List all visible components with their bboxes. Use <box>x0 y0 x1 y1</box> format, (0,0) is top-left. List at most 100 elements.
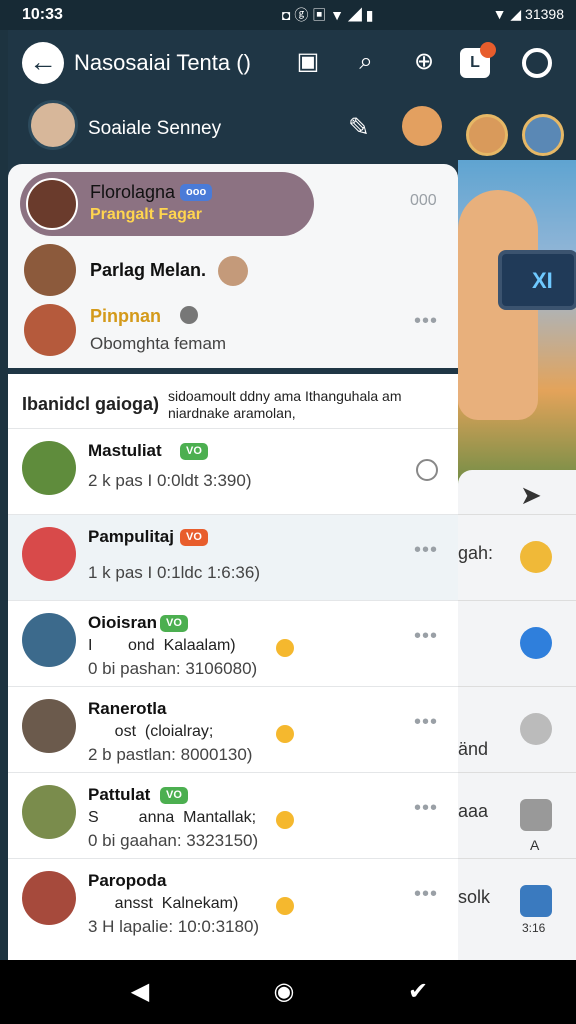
emoji-icon <box>276 725 294 743</box>
chat-row[interactable]: Pattulat VO S anna Mantallak; 0 bi gaaha… <box>8 772 458 858</box>
right-panel-row[interactable]: aaa A <box>458 772 576 858</box>
more-options-icon[interactable]: ••• <box>414 539 438 562</box>
chat-name: Mastuliat <box>88 441 162 460</box>
chat-row[interactable]: Mastuliat VO 2 k pas I 0:0ldt 3:390) <box>8 428 458 514</box>
right-panel-row[interactable] <box>458 600 576 686</box>
chat-preview: I ond Kalaalam) <box>88 637 236 654</box>
right-panel-sub: A <box>530 837 540 853</box>
game-screen: XI <box>498 250 576 310</box>
top-bar: ← Nasosaiai Tenta () ▣ ⌕ ⊕ <box>8 30 458 100</box>
contact-row[interactable]: Pinpnan Obomghta femam ••• <box>8 300 458 368</box>
status-badge: VO <box>180 443 208 460</box>
chat-row[interactable]: Paropoda ansst Kalnekam) 3 H lapalie: 10… <box>8 858 458 944</box>
highlighted-contact[interactable]: Florolagna ooo Prangalt Fagar <box>20 172 314 236</box>
chat-row[interactable]: Pampulitaj VO 1 k pas I 0:1ldc 1:6:36) •… <box>8 514 458 600</box>
background-app: L XI ➤ gah: änd aaa A solk 3:16 <box>458 30 576 960</box>
status-badge: ooo <box>180 184 213 201</box>
avatar <box>22 699 76 753</box>
right-panel-row[interactable]: solk 3:16 <box>458 858 576 944</box>
search-icon[interactable]: ⌕ <box>348 44 384 80</box>
edit-icon[interactable]: ✎ <box>348 112 370 143</box>
more-options-icon[interactable]: ••• <box>414 310 438 333</box>
grid-icon[interactable]: ▣ <box>290 44 326 80</box>
avatar <box>24 244 76 296</box>
avatar[interactable] <box>28 100 78 150</box>
right-panel: ➤ gah: änd aaa A solk 3:16 <box>458 470 576 960</box>
chat-name: Pampulitaj <box>88 527 174 546</box>
chat-time: 3 H lapalie: 10:0:3180) <box>88 917 260 936</box>
contact-name: Parlag Melan. <box>90 260 207 280</box>
emoji-icon <box>180 306 198 324</box>
more-options-icon[interactable]: ••• <box>414 625 438 648</box>
back-triangle-icon[interactable]: ◀ <box>126 978 154 1006</box>
chat-preview: ost (cloialray; <box>88 723 214 740</box>
chat-time: 0 bi pashan: 3106080) <box>88 659 258 678</box>
app-title: Nasosaiai Tenta () <box>74 50 251 75</box>
right-panel-text: änd <box>458 739 489 759</box>
calendar-icon <box>520 885 552 917</box>
top-card: Florolagna ooo Prangalt Fagar 000 Parlag… <box>8 164 458 368</box>
avatar[interactable] <box>402 106 442 146</box>
chat-preview: ansst Kalnekam) <box>88 895 239 912</box>
right-panel-text: solk <box>458 887 491 907</box>
send-icon[interactable]: ➤ <box>520 480 542 511</box>
contact-row[interactable]: Parlag Melan. <box>8 242 458 302</box>
game-avatar-1[interactable] <box>466 114 508 156</box>
game-scene-image: XI <box>458 160 576 490</box>
chat-list-section: Ibanidcl gaioga) sidoamoult ddny ama Ith… <box>8 374 458 960</box>
game-avatar-2[interactable] <box>522 114 564 156</box>
avatar <box>24 304 76 356</box>
system-nav-bar: ◀ ◉ ✔ <box>0 960 576 1024</box>
more-options-icon[interactable]: ••• <box>414 883 438 906</box>
right-panel-row[interactable]: gah: <box>458 514 576 600</box>
status-badge: VO <box>160 787 188 804</box>
chat-name: Pattulat <box>88 785 151 804</box>
avatar <box>22 871 76 925</box>
status-icons: ◘ ⓖ ▣ ▼ ◢ ▮ <box>282 7 374 23</box>
shield-icon <box>520 799 552 831</box>
contact-subtitle: Prangalt Fagar <box>90 206 203 223</box>
status-time: 10:33 <box>22 6 63 23</box>
contact-subtitle: Obomghta femam <box>90 334 227 353</box>
more-options-icon[interactable]: ••• <box>414 711 438 734</box>
emoji-icon <box>276 811 294 829</box>
section-description: sidoamoult ddny ama Ithanguhala am niard… <box>168 388 402 421</box>
chat-time: 2 b pastlan: 8000130) <box>88 745 253 764</box>
back-arrow-icon[interactable]: ← <box>22 42 64 84</box>
right-panel-row[interactable]: änd <box>458 686 576 772</box>
avatar <box>22 527 76 581</box>
chat-time: 2 k pas I 0:0ldt 3:390) <box>88 471 252 490</box>
avatar <box>22 785 76 839</box>
status-battery: ▼ ◢ 31398 <box>492 6 564 22</box>
chat-row[interactable]: Ranerotla ost (cloialray; 2 b pastlan: 8… <box>8 686 458 772</box>
notification-count-badge <box>480 42 496 58</box>
chat-preview: S anna Mantallak; <box>88 809 257 826</box>
chat-drawer: ← Nasosaiai Tenta () ▣ ⌕ ⊕ Soaiale Senne… <box>8 30 458 960</box>
chat-name: Oioisran <box>88 613 157 632</box>
more-options-icon[interactable]: ••• <box>414 797 438 820</box>
contact-name: Pinpnan <box>90 306 161 326</box>
clock-icon[interactable] <box>416 459 438 481</box>
avatar <box>22 613 76 667</box>
clock-icon <box>520 713 552 745</box>
status-badge: VO <box>180 529 208 546</box>
emoji-icon <box>276 897 294 915</box>
gift-icon <box>520 541 552 573</box>
chat-row[interactable]: Oioisran VO I ond Kalaalam) 0 bi pashan:… <box>8 600 458 686</box>
chat-name: Ranerotla <box>88 699 167 718</box>
chat-time: 0 bi gaahan: 3323150) <box>88 831 259 850</box>
chat-time: 1 k pas I 0:1ldc 1:6:36) <box>88 563 260 582</box>
profile-name: Soaiale Senney <box>88 118 222 139</box>
status-bar: 10:33 ◘ ⓖ ▣ ▼ ◢ ▮ ▼ ◢ 31398 <box>0 0 576 30</box>
chat-bubble-icon[interactable] <box>522 48 552 78</box>
emoji-icon <box>276 639 294 657</box>
right-panel-text: aaa <box>458 801 489 821</box>
lightning-icon <box>520 627 552 659</box>
home-circle-icon[interactable]: ◉ <box>270 978 298 1006</box>
background-header: L <box>458 30 576 160</box>
status-badge: VO <box>160 615 188 632</box>
zoom-search-icon[interactable]: ⊕ <box>406 44 442 80</box>
avatar <box>26 178 78 230</box>
profile-row[interactable]: Soaiale Senney ✎ <box>8 100 458 164</box>
check-icon[interactable]: ✔ <box>404 978 432 1006</box>
